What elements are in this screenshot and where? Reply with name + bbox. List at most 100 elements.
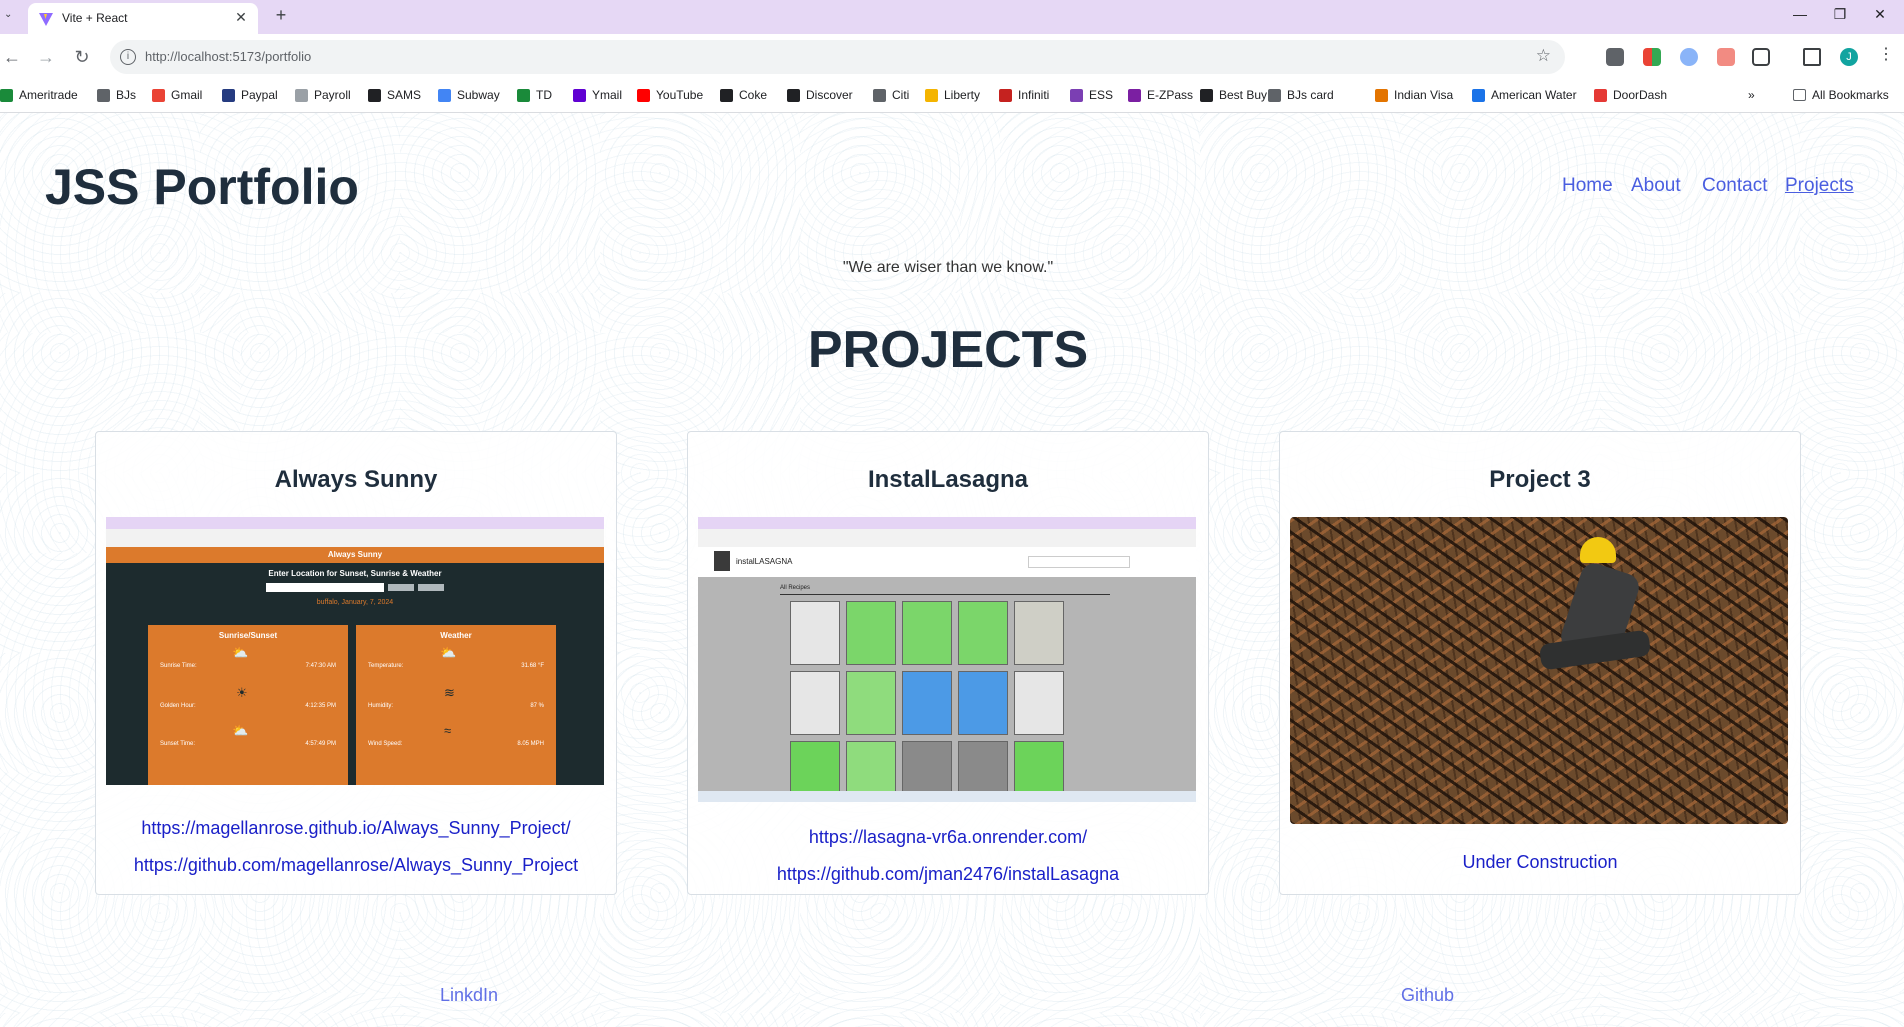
bookmark-bjs-card[interactable]: BJs card — [1268, 88, 1334, 102]
bookmark-payroll[interactable]: Payroll — [295, 88, 351, 102]
bookmark-subway[interactable]: Subway — [438, 88, 500, 102]
bookmark-indian-visa[interactable]: Indian Visa — [1375, 88, 1453, 102]
preview-value: 7:47:30 AM — [305, 663, 336, 669]
bookmark-best-buy[interactable]: Best Buy — [1200, 88, 1267, 102]
bookmark-gmail[interactable]: Gmail — [152, 88, 202, 102]
site-brand: JSS Portfolio — [45, 159, 359, 215]
bookmark-favicon-icon — [787, 88, 800, 102]
project-title: Project 3 — [1489, 466, 1591, 493]
bookmark-doordash[interactable]: DoorDash — [1594, 88, 1667, 102]
preview-value: 31.68 °F — [521, 663, 544, 669]
bookmarks-overflow-icon[interactable]: » — [1748, 88, 1755, 102]
preview-search-input — [1028, 556, 1130, 568]
bookmark-label: Ymail — [592, 88, 623, 102]
bookmark-paypal[interactable]: Paypal — [222, 88, 278, 102]
all-bookmarks-label: All Bookmarks — [1812, 88, 1889, 102]
project-repo-link[interactable]: https://github.com/jman2476/instalLasagn… — [688, 864, 1208, 885]
preview-prompt: Enter Location for Sunset, Sunrise & Wea… — [268, 569, 442, 578]
window-close-icon[interactable]: ✕ — [1860, 6, 1900, 23]
project-repo-link[interactable]: https://github.com/magellanrose/Always_S… — [96, 855, 616, 876]
restore-icon[interactable]: ❐ — [1820, 6, 1860, 23]
site-info-icon[interactable]: i — [120, 49, 136, 65]
bookmark-youtube[interactable]: YouTube — [637, 88, 703, 102]
puzzle-icon[interactable] — [1752, 48, 1770, 66]
humidity-icon: ≋ — [444, 685, 455, 700]
bookmark-ameritrade[interactable]: Ameritrade — [0, 88, 78, 102]
bookmark-label: BJs card — [1287, 88, 1334, 102]
bookmark-label: Subway — [457, 88, 500, 102]
preview-header: instalLASAGNA — [698, 547, 1196, 577]
preview-label: Temperature: — [368, 663, 404, 669]
bookmark-star-icon[interactable]: ☆ — [1536, 46, 1551, 66]
under-construction-link[interactable]: Under Construction — [1280, 852, 1800, 873]
bookmark-label: Liberty — [944, 88, 981, 102]
linkedin-link[interactable]: LinkdIn — [440, 985, 498, 1006]
project-live-link[interactable]: https://lasagna-vr6a.onrender.com/ — [688, 827, 1208, 848]
bookmark-label: TD — [536, 88, 552, 102]
avatar[interactable]: J — [1840, 48, 1858, 66]
extension-icon[interactable] — [1643, 48, 1661, 66]
bookmark-td[interactable]: TD — [517, 88, 552, 102]
preview-panel-title: Sunrise/Sunset — [218, 631, 278, 640]
project-title: Always Sunny — [274, 466, 438, 493]
bookmark-label: DoorDash — [1613, 88, 1668, 102]
bookmark-american-water[interactable]: American Water — [1472, 88, 1577, 102]
project-screenshot: Always Sunny Enter Location for Sunset, … — [106, 517, 604, 785]
nav-about[interactable]: About — [1631, 175, 1681, 197]
preview-search-input — [266, 583, 384, 592]
forward-icon[interactable]: → — [34, 46, 58, 68]
minimize-icon[interactable]: — — [1780, 6, 1820, 22]
browser-tab[interactable]: Vite + React ✕ — [28, 3, 258, 34]
bookmark-citi[interactable]: Citi — [873, 88, 909, 102]
bookmark-favicon-icon — [1268, 88, 1281, 102]
nav-home[interactable]: Home — [1562, 175, 1613, 197]
bookmark-ess[interactable]: ESS — [1070, 88, 1113, 102]
preview-app-title: Always Sunny — [106, 547, 604, 563]
page-title: PROJECTS — [807, 321, 1089, 379]
nav-contact[interactable]: Contact — [1702, 175, 1767, 197]
kebab-menu-icon[interactable]: ⋮ — [1878, 44, 1896, 63]
sidepanel-icon[interactable] — [1803, 48, 1821, 66]
browser-toolbar: ← → ↻ i http://localhost:5173/portfolio … — [0, 34, 1904, 80]
bookmark-bjs[interactable]: BJs — [97, 88, 136, 102]
bookmark-liberty[interactable]: Liberty — [925, 88, 980, 102]
project-card: InstalLasagna instalLASAGNA All Recipes … — [687, 431, 1209, 895]
reload-icon[interactable]: ↻ — [70, 46, 94, 68]
bookmark-coke[interactable]: Coke — [720, 88, 767, 102]
preview-value: 4:57:49 PM — [305, 741, 336, 747]
recipe-tile — [1014, 671, 1064, 735]
recipe-tile — [846, 671, 896, 735]
quote: "We are wiser than we know." — [842, 259, 1054, 276]
nav-projects[interactable]: Projects — [1785, 175, 1854, 197]
bookmark-label: Payroll — [314, 88, 351, 102]
preview-divider — [780, 594, 1110, 595]
bookmark-favicon-icon — [1200, 88, 1213, 102]
preview-value: 87 % — [530, 703, 544, 709]
bookmarks-bar: » All Bookmarks Ameritrade BJs Gmail Paypal… — [0, 80, 1904, 113]
back-icon[interactable]: ← — [0, 46, 24, 68]
bookmark-favicon-icon — [368, 88, 381, 102]
bookmark-label: American Water — [1491, 88, 1577, 102]
project-card: Always Sunny Always Sunny Enter Location… — [95, 431, 617, 895]
sun-icon: ☀ — [236, 685, 248, 700]
project-live-link[interactable]: https://magellanrose.github.io/Always_Su… — [96, 818, 616, 839]
bookmark-ymail[interactable]: Ymail — [573, 88, 622, 102]
extension-icon[interactable] — [1717, 48, 1735, 66]
address-bar[interactable]: i http://localhost:5173/portfolio ☆ — [110, 40, 1565, 74]
extension-icon[interactable] — [1680, 48, 1698, 66]
bookmark-discover[interactable]: Discover — [787, 88, 853, 102]
tab-title: Vite + React — [62, 11, 128, 25]
sunrise-icon: ⛅ — [232, 645, 249, 660]
bookmark-sams[interactable]: SAMS — [368, 88, 421, 102]
recipe-tile — [790, 671, 840, 735]
new-tab-icon[interactable]: + — [270, 5, 292, 26]
recipe-tile — [1014, 601, 1064, 665]
tab-search-icon[interactable]: ⌄ — [4, 9, 12, 20]
close-icon[interactable]: ✕ — [232, 8, 250, 26]
github-link[interactable]: Github — [1401, 985, 1454, 1006]
bookmark-e-zpass[interactable]: E-ZPass — [1128, 88, 1193, 102]
extension-icon[interactable] — [1606, 48, 1624, 66]
all-bookmarks[interactable]: All Bookmarks — [1793, 88, 1889, 102]
bookmark-label: Paypal — [241, 88, 278, 102]
bookmark-infiniti[interactable]: Infiniti — [999, 88, 1049, 102]
